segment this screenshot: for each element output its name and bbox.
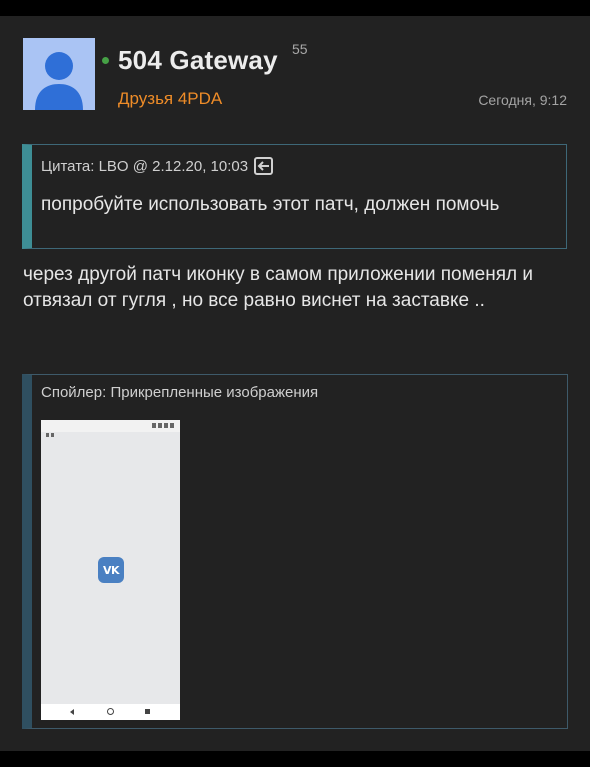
quote-text: попробуйте использовать этот патч, долже… [41,194,500,215]
spoiler-toggle[interactable]: Спойлер: Прикрепленные изображения [41,384,318,401]
recents-icon [145,709,150,714]
user-group: Друзья 4PDA [118,89,223,108]
forum-post: 504 Gateway 55 Друзья 4PDA Сегодня, 9:12… [0,16,590,751]
online-status-indicator [102,57,109,64]
back-icon [70,709,74,715]
avatar[interactable] [23,38,95,110]
quote-header: Цитата: LBO @ 2.12.20, 10:03 [41,157,274,175]
vk-logo-icon: VK [98,557,124,583]
reputation-count[interactable]: 55 [292,41,308,57]
username[interactable]: 504 Gateway [118,45,278,76]
default-user-icon [35,52,83,110]
post-message: через другой патч иконку в самом приложе… [23,264,533,311]
spoiler-block: Спойлер: Прикрепленные изображения VK [22,374,568,729]
quote-block: Цитата: LBO @ 2.12.20, 10:03 попробуйте … [22,144,567,249]
post-timestamp: Сегодня, 9:12 [478,92,567,108]
phone-status-bar [41,420,180,437]
home-icon [107,708,114,715]
phone-nav-bar [41,704,180,720]
quote-author-date: Цитата: LBO @ 2.12.20, 10:03 [41,157,249,175]
attached-image-thumbnail[interactable]: VK [41,420,180,720]
go-to-source-icon[interactable] [254,157,274,175]
